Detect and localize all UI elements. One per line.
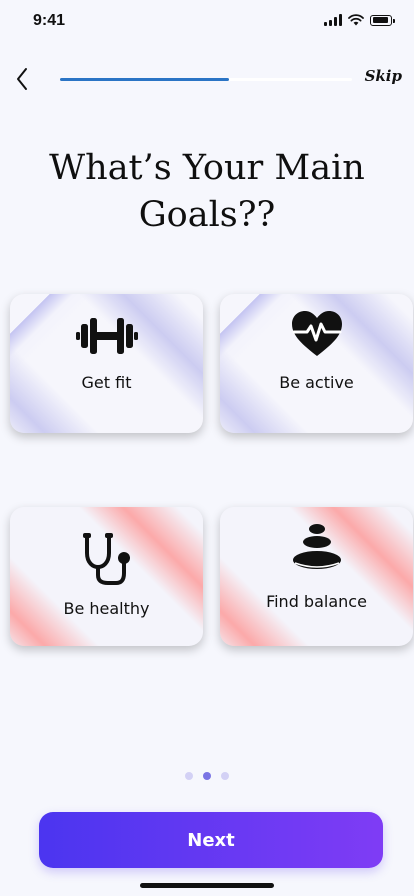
chevron-left-icon xyxy=(17,68,27,90)
dumbbell-icon xyxy=(10,316,203,356)
goal-label: Get fit xyxy=(81,373,132,392)
goal-label: Be active xyxy=(279,373,354,392)
stethoscope-icon xyxy=(10,531,203,587)
goal-label: Find balance xyxy=(266,592,367,611)
pagination-dot-active[interactable] xyxy=(203,772,211,780)
pagination-dots xyxy=(185,772,229,780)
status-time: 9:41 xyxy=(33,12,66,29)
goal-card-get-fit[interactable]: Get fit xyxy=(10,294,203,433)
stacked-stones-icon xyxy=(220,523,413,571)
goal-label: Be healthy xyxy=(63,599,150,618)
status-icons xyxy=(324,14,395,26)
pagination-dot[interactable] xyxy=(221,772,229,780)
progress-bar xyxy=(60,78,352,81)
progress-bar-fill xyxy=(60,78,230,81)
back-button[interactable] xyxy=(10,64,34,94)
cellular-signal-icon xyxy=(324,14,342,26)
next-button[interactable]: Next xyxy=(39,812,383,868)
goal-card-be-healthy[interactable]: Be healthy xyxy=(10,507,203,646)
battery-icon xyxy=(370,14,395,26)
skip-button[interactable]: Skip xyxy=(365,67,402,85)
heart-pulse-icon xyxy=(220,310,413,358)
wifi-icon xyxy=(348,14,364,26)
goal-card-find-balance[interactable]: Find balance xyxy=(220,507,413,646)
home-indicator xyxy=(140,883,274,888)
status-bar: 9:41 xyxy=(0,0,414,44)
pagination-dot[interactable] xyxy=(185,772,193,780)
goal-card-be-active[interactable]: Be active xyxy=(220,294,413,433)
page-title: What’s Your Main Goals?? xyxy=(49,148,365,235)
